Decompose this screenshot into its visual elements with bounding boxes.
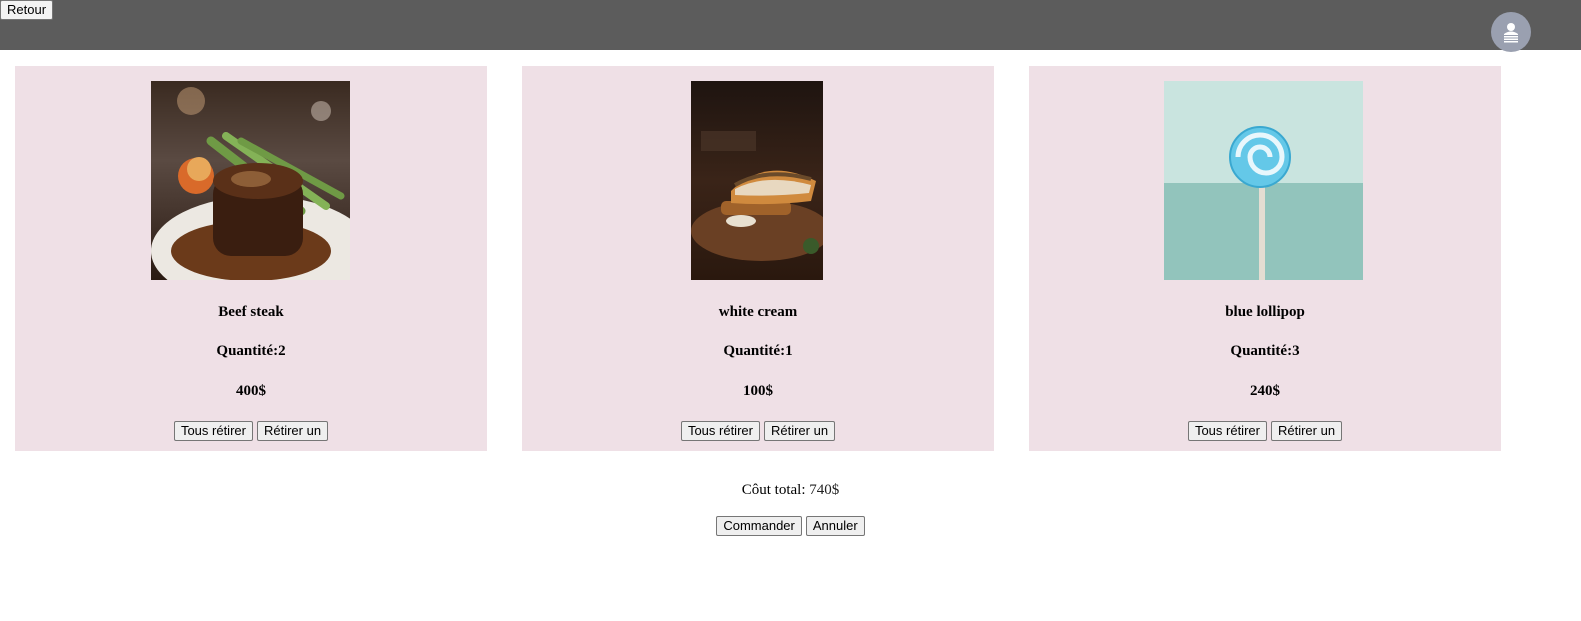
cart-item-card: Beef steak Quantité:2 400$ Tous rétirer …: [15, 66, 487, 451]
item-actions: Tous rétirer Rétirer un: [1029, 421, 1501, 441]
item-quantity: Quantité:2: [216, 343, 286, 359]
remove-one-button[interactable]: Rétirer un: [1270, 421, 1343, 441]
total-cost: Côut total: 740$: [0, 482, 1581, 499]
user-icon: [1504, 23, 1518, 43]
sandwich-photo: [691, 81, 823, 280]
item-price: 240$: [1250, 383, 1280, 399]
remove-one-button[interactable]: Rétirer un: [256, 421, 329, 441]
cancel-button[interactable]: Annuler: [805, 516, 865, 536]
total-label: Côut total:: [741, 482, 806, 498]
remove-all-button[interactable]: Tous rétirer: [1187, 421, 1267, 441]
item-price: 100$: [743, 383, 773, 399]
order-actions: Commander Annuler: [0, 516, 1581, 536]
cart-item-card: white cream Quantité:1 100$ Tous rétirer…: [522, 66, 994, 451]
back-button[interactable]: Retour: [0, 0, 54, 20]
remove-all-button[interactable]: Tous rétirer: [680, 421, 760, 441]
beef-steak-photo: [151, 81, 350, 280]
remove-all-button[interactable]: Tous rétirer: [173, 421, 253, 441]
item-name: blue lollipop: [1225, 304, 1305, 320]
total-value: 740$: [809, 482, 840, 498]
item-actions: Tous rétirer Rétirer un: [522, 421, 994, 441]
order-button[interactable]: Commander: [716, 516, 802, 536]
item-name: Beef steak: [218, 304, 284, 320]
item-price: 400$: [236, 383, 266, 399]
lollipop-photo: [1164, 81, 1363, 280]
item-actions: Tous rétirer Rétirer un: [15, 421, 487, 441]
user-avatar[interactable]: [1491, 12, 1531, 52]
item-quantity: Quantité:3: [1230, 343, 1300, 359]
item-name: white cream: [718, 304, 798, 320]
item-quantity: Quantité:1: [723, 343, 793, 359]
cart-item-card: blue lollipop Quantité:3 240$ Tous rétir…: [1029, 66, 1501, 451]
top-bar: Retour: [0, 0, 1581, 52]
remove-one-button[interactable]: Rétirer un: [763, 421, 836, 441]
